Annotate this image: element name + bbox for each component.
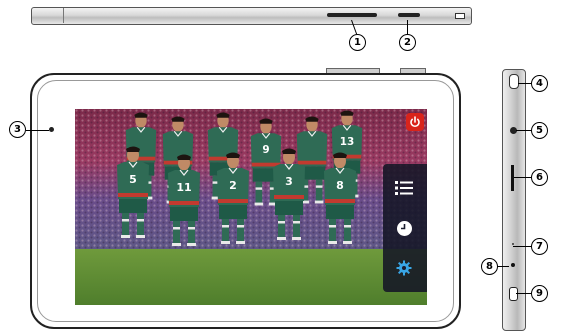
top-edge-hole	[455, 13, 465, 19]
power-icon	[410, 116, 420, 128]
callout-1: 1	[349, 34, 366, 51]
callout-3: 3	[9, 121, 26, 138]
tablet-screen[interactable]: 9 13 5 11 2 3 8	[75, 109, 427, 305]
leader-4	[518, 83, 532, 85]
power-button[interactable]	[406, 113, 424, 131]
leader-6	[514, 177, 532, 179]
callout-2: 2	[399, 34, 416, 51]
leader-9	[516, 293, 532, 295]
callout-8: 8	[481, 258, 498, 275]
callout-9: 9	[531, 285, 548, 302]
power-key-slot[interactable]	[327, 13, 377, 17]
front-camera	[49, 127, 54, 132]
jersey-number: 3	[285, 175, 293, 188]
strap-hole	[509, 74, 519, 89]
device-side-edge	[502, 69, 526, 331]
volume-key-slot[interactable]	[398, 13, 420, 17]
leader-2	[407, 20, 409, 35]
device-top-edge	[31, 7, 472, 25]
microphone-hole	[512, 243, 514, 245]
callout-6: 6	[531, 169, 548, 186]
reset-hole[interactable]	[511, 263, 515, 267]
side-control-panel	[383, 164, 427, 292]
menu-list-button[interactable]	[383, 168, 425, 208]
settings-gear-icon	[396, 260, 412, 276]
menu-list-icon	[395, 181, 413, 195]
jersey-number: 13	[340, 136, 355, 148]
leader-7	[513, 246, 532, 248]
pitch-grass	[75, 249, 427, 305]
jersey-number: 5	[129, 173, 137, 186]
clock-button[interactable]	[383, 208, 425, 248]
screen-photo: 9 13 5 11 2 3 8	[75, 109, 427, 305]
top-edge-endcap-left	[63, 8, 64, 23]
leader-8	[497, 266, 509, 268]
jersey-number: 9	[262, 144, 269, 156]
leader-3	[26, 130, 49, 132]
leader-5	[516, 130, 532, 132]
jersey-number: 11	[176, 181, 191, 194]
clock-icon	[396, 220, 412, 236]
callout-7: 7	[531, 238, 548, 255]
callout-5: 5	[531, 122, 548, 139]
jersey-number: 2	[229, 179, 237, 192]
jersey-number: 8	[336, 179, 344, 192]
callout-4: 4	[531, 75, 548, 92]
settings-button[interactable]	[383, 248, 425, 288]
